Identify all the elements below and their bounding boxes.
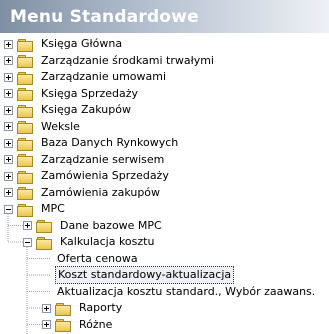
expand-plus-icon[interactable]: [4, 138, 13, 148]
tree-item-rozne[interactable]: Różne: [42, 317, 114, 333]
tree-item-ksiega-glowna[interactable]: Księga Główna: [4, 36, 124, 52]
tree-item-zarzadzanie-umowami[interactable]: Zarządzanie umowami: [4, 69, 168, 85]
folder-icon: [17, 153, 33, 167]
tree-item-dane-bazowe-mpc[interactable]: Dane bazowe MPC: [23, 218, 164, 234]
tree-item-zamowienia-sprzedazy[interactable]: Zamówienia Sprzedaży: [4, 168, 171, 184]
tree-item-raporty[interactable]: Raporty: [42, 300, 124, 316]
menu-title: Menu Standardowe: [10, 6, 199, 27]
tree-item-ksiega-sprzedazy[interactable]: Księga Sprzedaży: [4, 86, 140, 102]
tree-item-label: Zamówienia Sprzedaży: [41, 169, 169, 182]
tree-item-label: Różne: [79, 317, 113, 331]
tree-item-zarzadzanie-serwisem[interactable]: Zarządzanie serwisem: [4, 152, 166, 168]
tree-item-label: Księga Zakupów: [41, 103, 131, 116]
menu-header: Menu Standardowe: [0, 0, 329, 33]
folder-icon: [17, 203, 33, 217]
menu-window: Menu Standardowe Księga Główna Zarządzani…: [0, 0, 329, 334]
tree-item-label: Księga Główna: [41, 37, 123, 50]
tree-item-weksle[interactable]: Weksle: [4, 119, 82, 135]
expand-plus-icon[interactable]: [4, 155, 13, 164]
tree-item-aktualizacja-kosztu-standard-wybor-zaawans[interactable]: Aktualizacja kosztu standard., Wybór zaa…: [42, 284, 317, 300]
folder-icon: [17, 120, 33, 134]
tree-item-kalkulacja-kosztu[interactable]: Kalkulacja kosztu: [23, 234, 156, 250]
expand-plus-icon[interactable]: [4, 72, 13, 82]
tree-item-label: Księga Sprzedaży: [41, 86, 139, 100]
tree-item-zamowienia-zakupow[interactable]: Zamówienia zakupów: [4, 185, 162, 201]
expand-plus-icon[interactable]: [4, 89, 13, 98]
expand-plus-icon[interactable]: [42, 320, 51, 329]
tree-item-ksiega-zakupow[interactable]: Księga Zakupów: [4, 102, 133, 118]
folder-icon: [17, 170, 33, 184]
expand-plus-icon[interactable]: [4, 56, 13, 65]
folder-icon: [17, 104, 33, 118]
folder-icon: [36, 219, 52, 233]
collapse-minus-icon[interactable]: [23, 237, 32, 247]
tree-item-oferta-cenowa[interactable]: Oferta cenowa: [42, 251, 140, 267]
tree-item-label: Raporty: [79, 301, 123, 314]
expand-plus-icon[interactable]: [4, 39, 13, 49]
expand-plus-icon[interactable]: [4, 188, 13, 197]
expand-plus-icon[interactable]: [42, 303, 51, 313]
tree-item-label: Baza Danych Rynkowych: [41, 136, 179, 149]
tree-item-label: Oferta cenowa: [57, 251, 138, 265]
collapse-minus-icon[interactable]: [4, 204, 13, 214]
folder-icon: [17, 54, 33, 68]
expand-plus-icon[interactable]: [23, 221, 32, 230]
tree-item-label: Kalkulacja kosztu: [60, 235, 155, 248]
tree-item-label: MPC: [41, 202, 65, 215]
tree-item-label: Zarządzanie środkami trwałymi: [41, 53, 214, 67]
tree-item-mpc[interactable]: MPC: [4, 201, 67, 217]
tree-item-label: Aktualizacja kosztu standard., Wybór zaa…: [57, 284, 316, 298]
folder-icon: [17, 137, 33, 151]
expand-plus-icon[interactable]: [4, 171, 13, 181]
folder-icon: [36, 236, 52, 250]
tree-item-label: Dane bazowe MPC: [60, 218, 162, 232]
expand-plus-icon[interactable]: [4, 105, 13, 115]
folder-icon: [17, 38, 33, 52]
expand-plus-icon[interactable]: [4, 122, 13, 131]
tree-item-baza-danych-rynkowych[interactable]: Baza Danych Rynkowych: [4, 135, 180, 151]
folder-icon: [55, 302, 71, 316]
tree-item-koszt-standardowy-aktualizacja[interactable]: Koszt standardowy-aktualizacja: [42, 266, 235, 284]
tree-item-zarzadzanie-srodkami-trwalymi[interactable]: Zarządzanie środkami trwałymi: [4, 53, 216, 69]
tree-item-label: Zarządzanie serwisem: [41, 152, 165, 166]
folder-icon: [17, 87, 33, 101]
tree-item-label: Zarządzanie umowami: [41, 70, 167, 83]
tree-item-label: Weksle: [41, 119, 80, 133]
folder-icon: [17, 186, 33, 200]
folder-icon: [17, 71, 33, 85]
folder-icon: [55, 318, 71, 332]
tree-item-label: Koszt standardowy-aktualizacja: [55, 266, 235, 284]
tree-item-label: Zamówienia zakupów: [41, 185, 161, 199]
